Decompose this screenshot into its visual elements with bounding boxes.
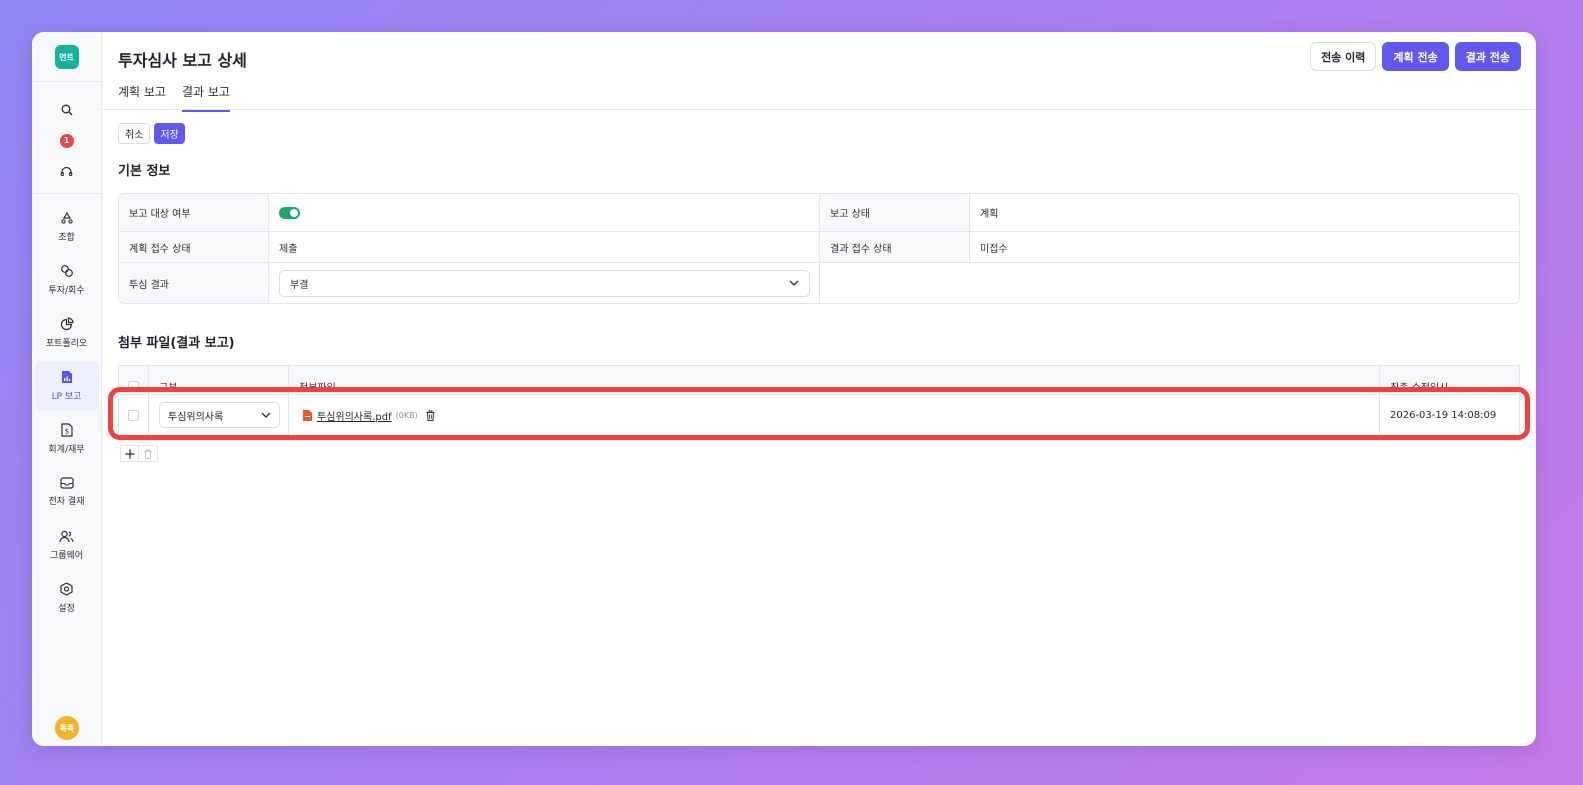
sidebar-item-label: LP 보고 bbox=[51, 392, 82, 402]
result-send-button[interactable]: 결과 전송 bbox=[1454, 42, 1521, 71]
sidebar-item-lp-report[interactable]: LP 보고 bbox=[34, 361, 99, 411]
review-result-label: 투심 결과 bbox=[119, 263, 269, 303]
recycle-icon bbox=[60, 211, 73, 224]
file-cell: 투심위의사록.pdf (0KB) bbox=[289, 395, 1380, 435]
sidebar: 먼트 1 조합 투자/회수 포트폴리오 LP 보고 $ 회계/재무 전자 결재 … bbox=[32, 32, 102, 746]
svg-text:$: $ bbox=[64, 428, 68, 436]
type-cell: 투심위의사록 bbox=[149, 395, 289, 435]
sidebar-item-label: 포트폴리오 bbox=[45, 339, 88, 349]
info-row: 보고 대상 여부 보고 상태 계획 bbox=[119, 194, 1519, 232]
link-icon bbox=[60, 265, 73, 277]
type-select[interactable]: 투심위의사록 bbox=[159, 402, 280, 428]
app-window: 먼트 1 조합 투자/회수 포트폴리오 LP 보고 $ 회계/재무 전자 결재 … bbox=[32, 32, 1536, 746]
modified-date: 2026-03-19 14:08:09 bbox=[1390, 409, 1497, 421]
headset-icon[interactable] bbox=[32, 156, 101, 187]
report-status-value: 계획 bbox=[980, 209, 999, 220]
pdf-file-icon bbox=[303, 409, 312, 421]
info-row: 계획 접수 상태 제출 결과 접수 상태 미접수 bbox=[119, 232, 1519, 263]
result-receipt-value: 미접수 bbox=[980, 243, 1008, 255]
info-row: 투심 결과 부결 bbox=[119, 263, 1519, 303]
main-content: 투자심사 보고 상세 전송 이력 계획 전송 결과 전송 계획 보고 결과 보고… bbox=[102, 32, 1536, 746]
plus-icon bbox=[125, 449, 134, 458]
header-actions: 전송 이력 계획 전송 결과 전송 bbox=[1310, 42, 1521, 71]
type-value: 투심위의사록 bbox=[168, 411, 224, 423]
sidebar-item-approval[interactable]: 전자 결재 bbox=[35, 467, 99, 517]
search-icon[interactable] bbox=[32, 94, 101, 125]
sidebar-item-label: 조합 bbox=[58, 233, 75, 243]
column-header-type: 구분 bbox=[149, 366, 289, 394]
select-all-checkbox[interactable] bbox=[128, 381, 139, 392]
tab-plan-report[interactable]: 계획 보고 bbox=[118, 83, 166, 112]
dollar-file-icon: $ bbox=[60, 423, 73, 437]
row-checkbox-cell bbox=[119, 395, 149, 435]
avatar[interactable]: 똑똑 bbox=[55, 716, 79, 740]
modified-cell: 2026-03-19 14:08:09 bbox=[1380, 395, 1519, 435]
chevron-down-icon bbox=[789, 280, 799, 286]
sidebar-item-fund[interactable]: 조합 bbox=[35, 202, 99, 252]
report-status-label: 보고 상태 bbox=[820, 194, 970, 231]
pie-chart-icon bbox=[60, 317, 74, 331]
sidebar-nav: 조합 투자/회수 포트폴리오 LP 보고 $ 회계/재무 전자 결재 그룹웨어 … bbox=[32, 194, 101, 626]
table-header: 구분 첨부파일 최종 수정일시 bbox=[118, 365, 1520, 395]
send-history-button[interactable]: 전송 이력 bbox=[1310, 42, 1377, 71]
column-header-modified: 최종 수정일시 bbox=[1390, 383, 1449, 394]
empty-cell bbox=[820, 263, 1519, 303]
sidebar-item-label: 투자/회수 bbox=[48, 286, 85, 296]
add-row-button[interactable] bbox=[120, 445, 139, 462]
sidebar-item-investment[interactable]: 투자/회수 bbox=[35, 255, 99, 305]
notification-button[interactable]: 1 bbox=[32, 125, 101, 156]
cancel-button[interactable]: 취소 bbox=[118, 123, 151, 144]
gear-icon bbox=[60, 582, 73, 596]
review-result-value: 부결 bbox=[290, 279, 309, 291]
sidebar-item-settings[interactable]: 설정 bbox=[35, 573, 99, 623]
report-target-toggle[interactable] bbox=[279, 206, 300, 219]
result-receipt-label: 결과 접수 상태 bbox=[820, 232, 970, 262]
notification-badge: 1 bbox=[59, 133, 74, 148]
report-target-value bbox=[269, 194, 820, 231]
table-row: 투심위의사록 투심위의사록.pdf (0KB) 2026-03-19 14:08… bbox=[118, 395, 1520, 436]
sidebar-item-label: 설정 bbox=[58, 604, 75, 614]
chevron-down-icon bbox=[261, 412, 271, 418]
row-checkbox[interactable] bbox=[128, 409, 139, 421]
sidebar-item-label: 회계/재무 bbox=[48, 445, 85, 455]
plan-receipt-label: 계획 접수 상태 bbox=[119, 232, 269, 262]
delete-row-button[interactable] bbox=[139, 445, 158, 462]
section-title-basic-info: 기본 정보 bbox=[118, 164, 171, 179]
trash-icon[interactable] bbox=[426, 410, 435, 421]
sidebar-utility: 1 bbox=[32, 81, 101, 194]
report-tabs: 계획 보고 결과 보고 bbox=[118, 83, 230, 112]
header-checkbox-cell bbox=[119, 366, 149, 394]
plan-send-button[interactable]: 계획 전송 bbox=[1382, 42, 1449, 71]
row-actions bbox=[120, 445, 158, 462]
sidebar-item-portfolio[interactable]: 포트폴리오 bbox=[35, 308, 99, 358]
sidebar-item-label: 그룹웨어 bbox=[49, 550, 84, 561]
review-result-cell: 부결 bbox=[269, 263, 820, 303]
file-size: (0KB) bbox=[395, 410, 418, 420]
sidebar-item-accounting[interactable]: $ 회계/재무 bbox=[35, 414, 99, 464]
save-button[interactable]: 저장 bbox=[154, 123, 185, 144]
page-title: 투자심사 보고 상세 bbox=[118, 51, 247, 70]
attachments-table: 구분 첨부파일 최종 수정일시 투심위의사록 투심위의사록.pdf (0KB) … bbox=[118, 365, 1520, 436]
report-icon bbox=[61, 371, 72, 383]
app-logo[interactable]: 먼트 bbox=[54, 45, 79, 69]
review-result-select[interactable]: 부결 bbox=[279, 269, 810, 297]
sidebar-item-groupware[interactable]: 그룹웨어 bbox=[35, 520, 99, 570]
users-icon bbox=[59, 530, 74, 542]
inbox-icon bbox=[59, 477, 74, 489]
tabs-divider bbox=[102, 109, 1536, 110]
file-link[interactable]: 투심위의사록.pdf bbox=[317, 408, 392, 423]
tab-result-report[interactable]: 결과 보고 bbox=[181, 83, 230, 112]
edit-actions: 취소 저장 bbox=[118, 123, 185, 144]
trash-icon bbox=[144, 449, 152, 459]
column-header-file: 첨부파일 bbox=[289, 366, 1380, 394]
basic-info-table: 보고 대상 여부 보고 상태 계획 계획 접수 상태 제출 결과 접수 상태 미… bbox=[118, 193, 1520, 304]
section-title-attachments: 첨부 파일(결과 보고) bbox=[118, 336, 235, 351]
sidebar-item-label: 전자 결재 bbox=[48, 497, 85, 507]
report-target-label: 보고 대상 여부 bbox=[119, 194, 269, 231]
plan-receipt-value: 제출 bbox=[269, 232, 820, 262]
